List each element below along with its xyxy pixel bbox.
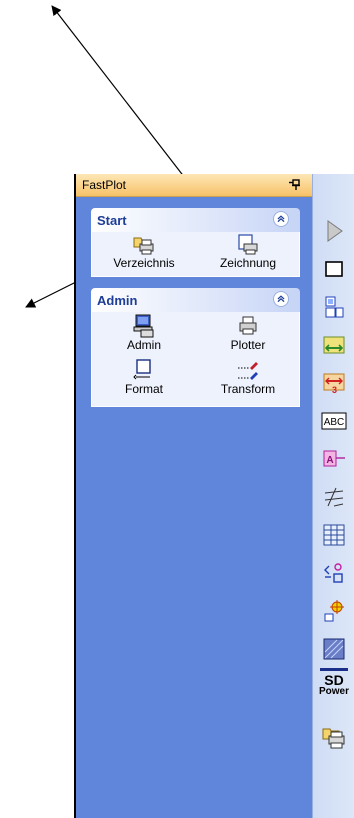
start-group: Start Verzeichnis Zeichnung: [91, 208, 300, 277]
admin-group-title: Admin: [97, 293, 138, 308]
tool-label-transform: Transform: [220, 382, 276, 396]
side-toolbar: 3 ABC A SD Power: [312, 174, 354, 818]
tool-zeichnung[interactable]: Zeichnung: [196, 234, 300, 270]
fastplot-panel: FastPlot Start Verzeichnis Zeichnung Adm…: [76, 174, 312, 818]
hatch-icon: [323, 638, 345, 660]
toolbar-point-button[interactable]: [321, 598, 347, 624]
tool-format[interactable]: Format: [92, 358, 196, 396]
admin-group-header[interactable]: Admin: [91, 288, 300, 312]
tool-label-zeichnung: Zeichnung: [219, 256, 277, 270]
folder-printer-icon: [133, 237, 154, 255]
lines-icon: [324, 487, 344, 507]
page-format-icon: [133, 359, 151, 380]
start-group-title: Start: [97, 213, 127, 228]
panel-title: FastPlot: [82, 178, 127, 192]
admin-group: Admin Admin Plotter Format Transform: [91, 288, 300, 407]
measure-icon: [323, 336, 345, 354]
tool-label-format: Format: [124, 382, 163, 396]
tool-label-plotter: Plotter: [230, 338, 266, 352]
toolbar-layout-button[interactable]: [321, 294, 347, 320]
start-group-body: Verzeichnis Zeichnung: [91, 232, 300, 277]
collapse-chevron-up-icon[interactable]: [273, 211, 289, 227]
toolbar-dimension-button[interactable]: 3: [321, 370, 347, 396]
sd-logo-subtext: Power: [318, 686, 349, 697]
layout-icon: [325, 296, 344, 318]
start-group-header[interactable]: Start: [91, 208, 300, 232]
abc-label: ABC: [324, 417, 345, 428]
pen-transform-icon: [238, 362, 258, 380]
play-icon: [327, 220, 343, 242]
tool-transform[interactable]: Transform: [196, 358, 300, 396]
toolbar-text-button[interactable]: ABC: [321, 408, 347, 434]
sd-power-logo[interactable]: SD Power: [317, 668, 351, 708]
toolbar-attribute-button[interactable]: A: [321, 446, 347, 472]
svg-text:3: 3: [332, 385, 337, 395]
collapse-chevron-up-icon[interactable]: [273, 291, 289, 307]
tool-label-admin: Admin: [126, 338, 161, 352]
point-icon: [324, 600, 344, 622]
toolbar-measure-button[interactable]: [321, 332, 347, 358]
window-icon: [325, 261, 343, 277]
tool-label-verzeichnis: Verzeichnis: [113, 256, 175, 270]
sd-logo-text: SD: [324, 672, 344, 688]
dimension-icon: 3: [323, 373, 345, 395]
drawing-printer-icon: [238, 234, 258, 255]
admin-group-body: Admin Plotter Format Transform: [91, 312, 300, 407]
toolbar-hatch-button[interactable]: [321, 636, 347, 662]
toolbar-fastplot-button[interactable]: [321, 724, 347, 750]
symbol-icon: [324, 563, 343, 583]
toolbar-lines-button[interactable]: [321, 484, 347, 510]
text-abc-icon: ABC: [321, 412, 347, 430]
computer-admin-icon: [133, 314, 154, 338]
tool-verzeichnis[interactable]: Verzeichnis: [92, 234, 196, 270]
attribute-icon: A: [323, 450, 345, 467]
pin-icon[interactable]: [288, 177, 302, 191]
toolbar-table-button[interactable]: [321, 522, 347, 548]
toolbar-play-button[interactable]: [321, 218, 347, 244]
printer-icon: [239, 316, 257, 335]
toolbar-window-button[interactable]: [321, 256, 347, 282]
table-icon: [323, 524, 345, 546]
toolbar-symbol-button[interactable]: [321, 560, 347, 586]
svg-text:A: A: [326, 455, 333, 466]
panel-header: FastPlot: [76, 174, 312, 197]
tool-admin[interactable]: Admin: [92, 314, 196, 352]
tool-plotter[interactable]: Plotter: [196, 314, 300, 352]
fastplot-icon: [322, 728, 345, 749]
